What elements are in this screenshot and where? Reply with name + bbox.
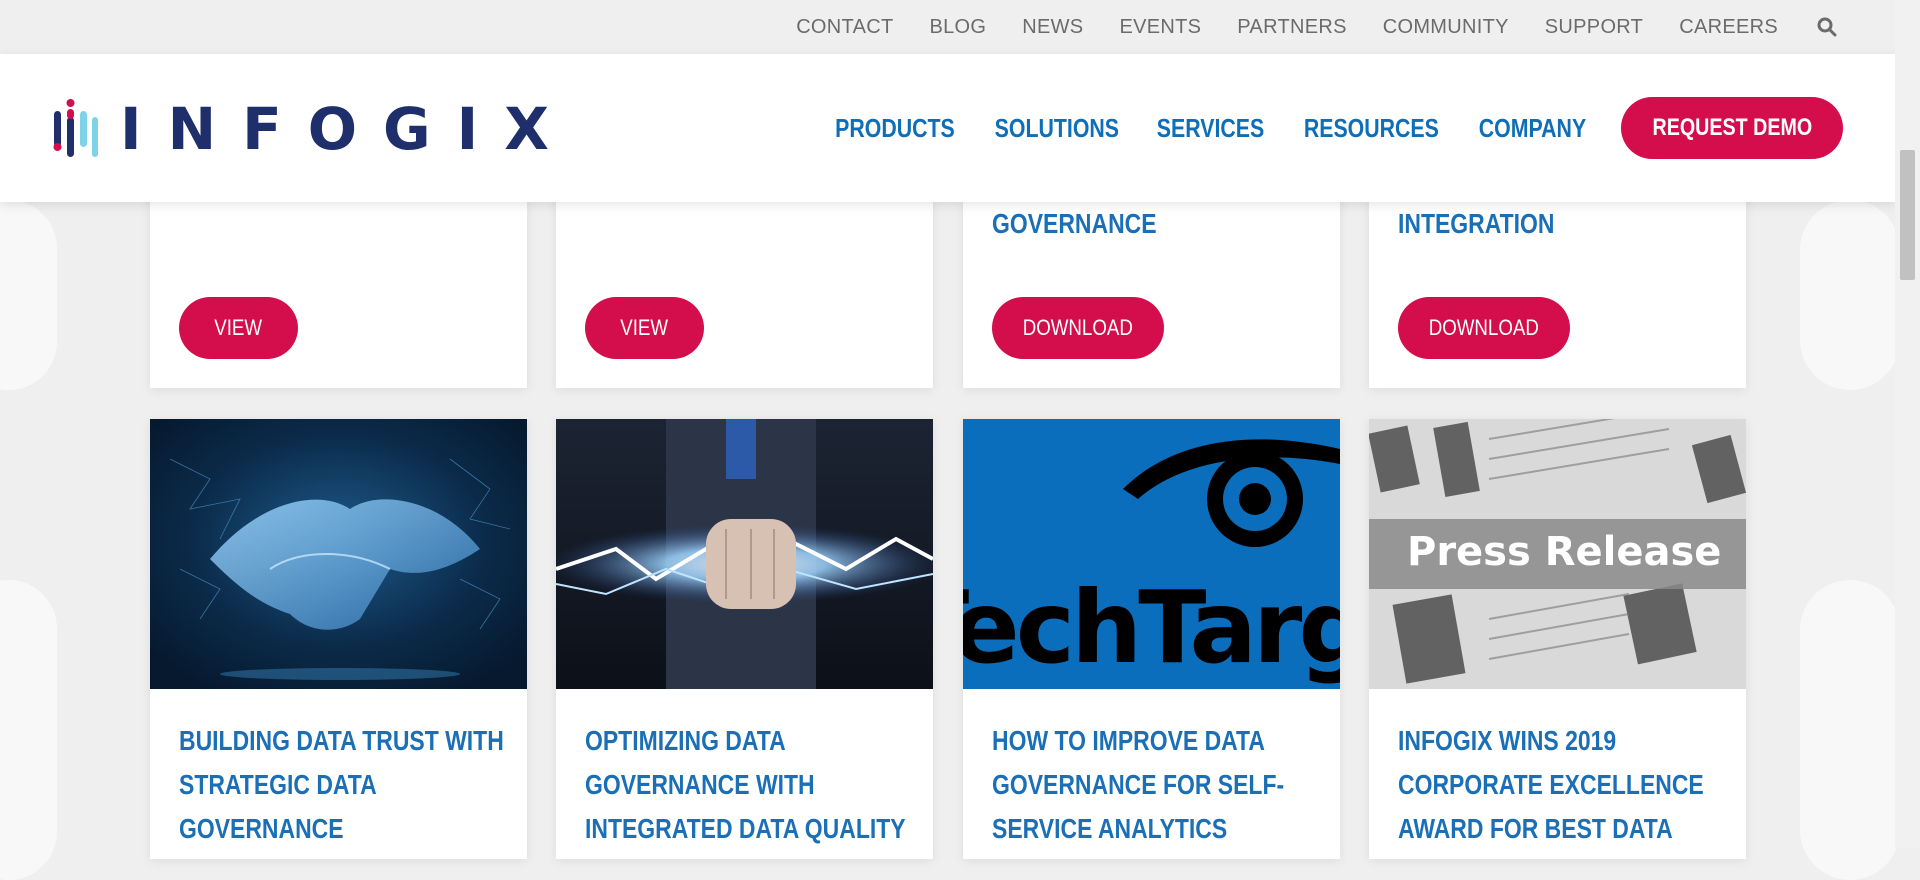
button-label: DOWNLOAD (1428, 315, 1540, 340)
utility-link-news[interactable]: NEWS (1022, 16, 1083, 39)
resource-card[interactable]: BUILDING DATA TRUST WITH STRATEGIC DATA … (150, 419, 527, 859)
card-title: OPTIMIZING DATA GOVERNANCE WITH INTEGRAT… (585, 719, 933, 851)
nav-solutions[interactable]: SOLUTIONS (994, 113, 1118, 144)
techtarget-wordmark: TechTarget (963, 569, 1340, 686)
background-shape (1800, 580, 1900, 880)
search-icon[interactable] (1816, 16, 1838, 38)
utility-bar: CONTACT BLOG NEWS EVENTS PARTNERS COMMUN… (0, 0, 1920, 54)
page-scrollbar[interactable] (1895, 0, 1920, 848)
card-title: HOW TO IMPROVE DATA GOVERNANCE FOR SELF-… (992, 719, 1340, 851)
download-button[interactable]: DOWNLOAD (1398, 297, 1570, 359)
card-title: GOVERNANCE (992, 208, 1157, 239)
card-title-line: GOVERNANCE WITH (585, 769, 815, 800)
card-title-line: CORPORATE EXCELLENCE (1398, 769, 1704, 800)
utility-link-blog[interactable]: BLOG (929, 16, 986, 39)
card-title: INFOGIX WINS 2019 CORPORATE EXCELLENCE A… (1398, 719, 1746, 851)
utility-link-partners[interactable]: PARTNERS (1237, 16, 1346, 39)
resource-card[interactable]: Press Release INFOGIX WINS 2019 CORPORAT… (1369, 419, 1746, 859)
request-demo-button[interactable]: REQUEST DEMO (1621, 97, 1843, 159)
nav-services[interactable]: SERVICES (1157, 113, 1264, 144)
card-title-line: GOVERNANCE (179, 813, 344, 844)
resource-card[interactable]: TechTarget HOW TO IMPROVE DATA GOVERNANC… (963, 419, 1340, 859)
utility-link-support[interactable]: SUPPORT (1545, 16, 1643, 39)
nav-company[interactable]: COMPANY (1479, 113, 1586, 144)
card-title-line: OPTIMIZING DATA (585, 725, 786, 756)
card-title-line: INFOGIX WINS 2019 (1398, 725, 1617, 756)
button-label: VIEW (620, 315, 669, 340)
card-title: INTEGRATION (1398, 208, 1555, 239)
logo-mark-icon (53, 99, 98, 157)
button-label: DOWNLOAD (1022, 315, 1134, 340)
press-release-image: Press Release (1369, 419, 1746, 689)
card-title: BUILDING DATA TRUST WITH STRATEGIC DATA … (179, 719, 527, 851)
background-shape (0, 200, 57, 390)
nav-resources[interactable]: RESOURCES (1304, 113, 1439, 144)
view-button[interactable]: VIEW (179, 297, 298, 359)
main-header: INFOGIX PRODUCTS SOLUTIONS SERVICES RESO… (0, 54, 1895, 202)
card-title-line: INTEGRATED DATA QUALITY (585, 813, 906, 844)
card-title-line: GOVERNANCE FOR SELF- (992, 769, 1285, 800)
infogix-logo[interactable]: INFOGIX (52, 95, 575, 163)
card-title-line: HOW TO IMPROVE DATA (992, 725, 1265, 756)
card-title-line: BUILDING DATA TRUST WITH (179, 725, 504, 756)
nav-products[interactable]: PRODUCTS (835, 113, 955, 144)
request-demo-label: REQUEST DEMO (1652, 114, 1812, 141)
lightning-fist-image (556, 419, 933, 689)
card-title-line: SERVICE ANALYTICS (992, 813, 1228, 844)
view-button[interactable]: VIEW (585, 297, 704, 359)
press-release-heading: Press Release (1407, 529, 1722, 575)
utility-nav: CONTACT BLOG NEWS EVENTS PARTNERS COMMUN… (760, 0, 1838, 54)
resource-card[interactable]: OPTIMIZING DATA GOVERNANCE WITH INTEGRAT… (556, 419, 933, 859)
logo-wordmark: INFOGIX (120, 95, 575, 163)
utility-link-contact[interactable]: CONTACT (796, 16, 893, 39)
download-button[interactable]: DOWNLOAD (992, 297, 1164, 359)
utility-link-events[interactable]: EVENTS (1119, 16, 1201, 39)
utility-link-community[interactable]: COMMUNITY (1383, 16, 1509, 39)
button-label: VIEW (214, 315, 263, 340)
card-title-line: AWARD FOR BEST DATA (1398, 813, 1673, 844)
techtarget-logo-image: TechTarget (963, 419, 1340, 689)
background-shape (1800, 200, 1900, 390)
handshake-image (150, 419, 527, 689)
primary-nav: PRODUCTS SOLUTIONS SERVICES RESOURCES CO… (823, 54, 1895, 202)
scrollbar-thumb[interactable] (1900, 150, 1915, 280)
background-shape (0, 580, 57, 880)
card-title-line: STRATEGIC DATA (179, 769, 377, 800)
utility-link-careers[interactable]: CAREERS (1679, 16, 1778, 39)
